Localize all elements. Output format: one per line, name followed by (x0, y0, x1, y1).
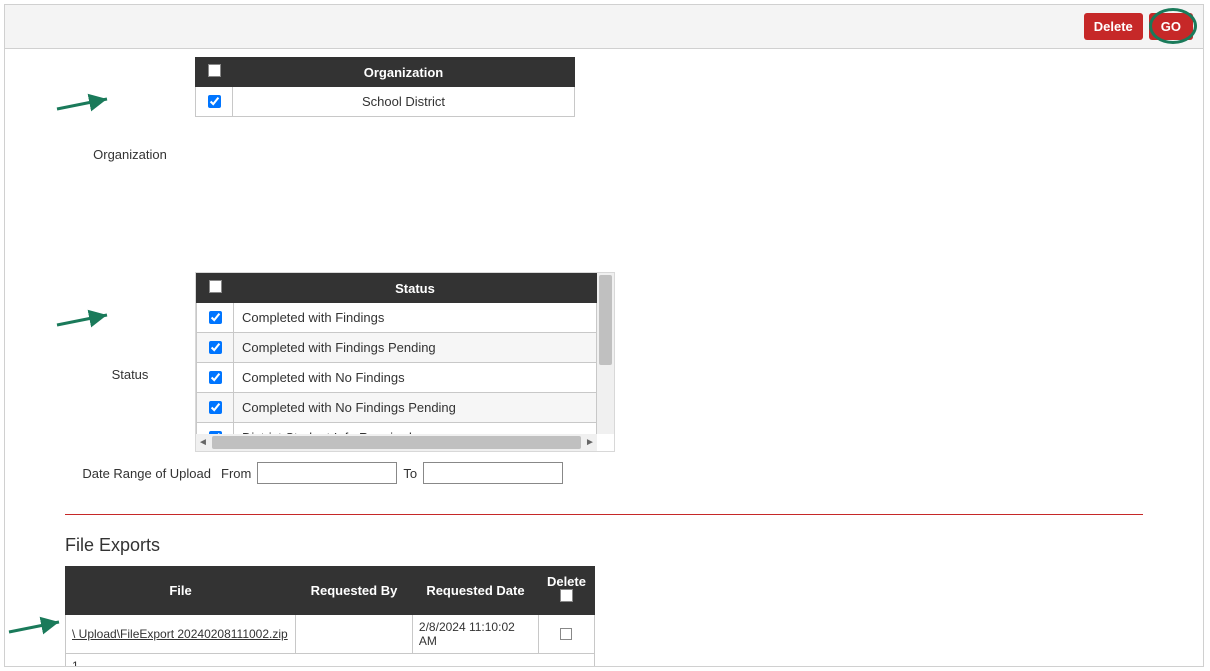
status-row-checkbox[interactable] (209, 401, 222, 414)
status-row-name: Completed with Findings (234, 303, 597, 333)
annotation-arrow-icon (55, 307, 115, 333)
scroll-right-icon[interactable]: ► (583, 436, 597, 449)
organization-header: Organization (233, 58, 575, 87)
exports-row-delete-checkbox[interactable] (560, 628, 572, 640)
status-row: Completed with Findings (197, 303, 597, 333)
status-filter-label: Status (65, 367, 195, 382)
section-divider (65, 514, 1143, 515)
exports-requestedby-header: Requested By (296, 567, 413, 615)
status-row-checkbox[interactable] (209, 371, 222, 384)
date-from-label: From (221, 466, 251, 481)
status-row-name: Completed with No Findings (234, 363, 597, 393)
scroll-left-icon[interactable]: ◄ (196, 436, 210, 449)
exports-requesteddate-cell: 2/8/2024 11:10:02 AM (412, 614, 538, 653)
status-row: Completed with No Findings Pending (197, 393, 597, 423)
organization-table: Organization School District (195, 57, 575, 117)
status-table: Status Completed with FindingsCompleted … (196, 273, 597, 434)
date-to-label: To (403, 466, 417, 481)
annotation-arrow-icon (55, 91, 115, 117)
go-button[interactable]: GO (1149, 13, 1193, 40)
organization-row-checkbox[interactable] (208, 95, 221, 108)
status-row: District Student Info Required (197, 423, 597, 435)
organization-filter-row: Organization Organization School Distric… (65, 57, 1143, 162)
status-header: Status (234, 274, 597, 303)
organization-filter-label: Organization (65, 147, 195, 162)
status-row-name: District Student Info Required (234, 423, 597, 435)
exports-row: \ Upload\FileExport 20240208111002.zip 2/… (66, 614, 595, 653)
status-row-name: Completed with Findings Pending (234, 333, 597, 363)
exports-footer-count: 1 (66, 653, 595, 667)
toolbar: Delete GO (5, 5, 1203, 49)
exports-file-cell: \ Upload\FileExport 20240208111002.zip (66, 614, 296, 653)
status-row-name: Completed with No Findings Pending (234, 393, 597, 423)
status-row-checkbox[interactable] (209, 311, 222, 324)
file-exports-table: File Requested By Requested Date Delete … (65, 566, 595, 667)
status-filter-row: Status Status Completed with FindingsCom… (65, 272, 1143, 452)
exports-file-link[interactable]: \ Upload\FileExport 20240208111002.zip (72, 627, 288, 641)
annotation-arrow-icon (7, 614, 67, 640)
exports-requestedby-cell (296, 614, 413, 653)
status-scroll-container: Status Completed with FindingsCompleted … (195, 272, 615, 452)
organization-row: School District (196, 87, 575, 117)
date-range-label: Date Range of Upload (65, 466, 215, 481)
scrollbar-vertical[interactable] (597, 273, 614, 434)
date-to-input[interactable] (423, 462, 563, 484)
status-row: Completed with No Findings (197, 363, 597, 393)
date-from-input[interactable] (257, 462, 397, 484)
status-row-checkbox[interactable] (209, 341, 222, 354)
date-range-row: Date Range of Upload From To (65, 462, 1143, 484)
delete-button[interactable]: Delete (1084, 13, 1143, 40)
organization-row-name: School District (233, 87, 575, 117)
status-row: Completed with Findings Pending (197, 333, 597, 363)
exports-delete-header[interactable]: Delete (538, 567, 594, 615)
exports-delete-cell (538, 614, 594, 653)
exports-requesteddate-header: Requested Date (412, 567, 538, 615)
exports-file-header: File (66, 567, 296, 615)
file-exports-title: File Exports (65, 535, 1143, 556)
organization-selectall-header[interactable] (196, 58, 233, 87)
status-selectall-header[interactable] (197, 274, 234, 303)
scrollbar-horizontal[interactable]: ◄ ► (196, 434, 597, 451)
